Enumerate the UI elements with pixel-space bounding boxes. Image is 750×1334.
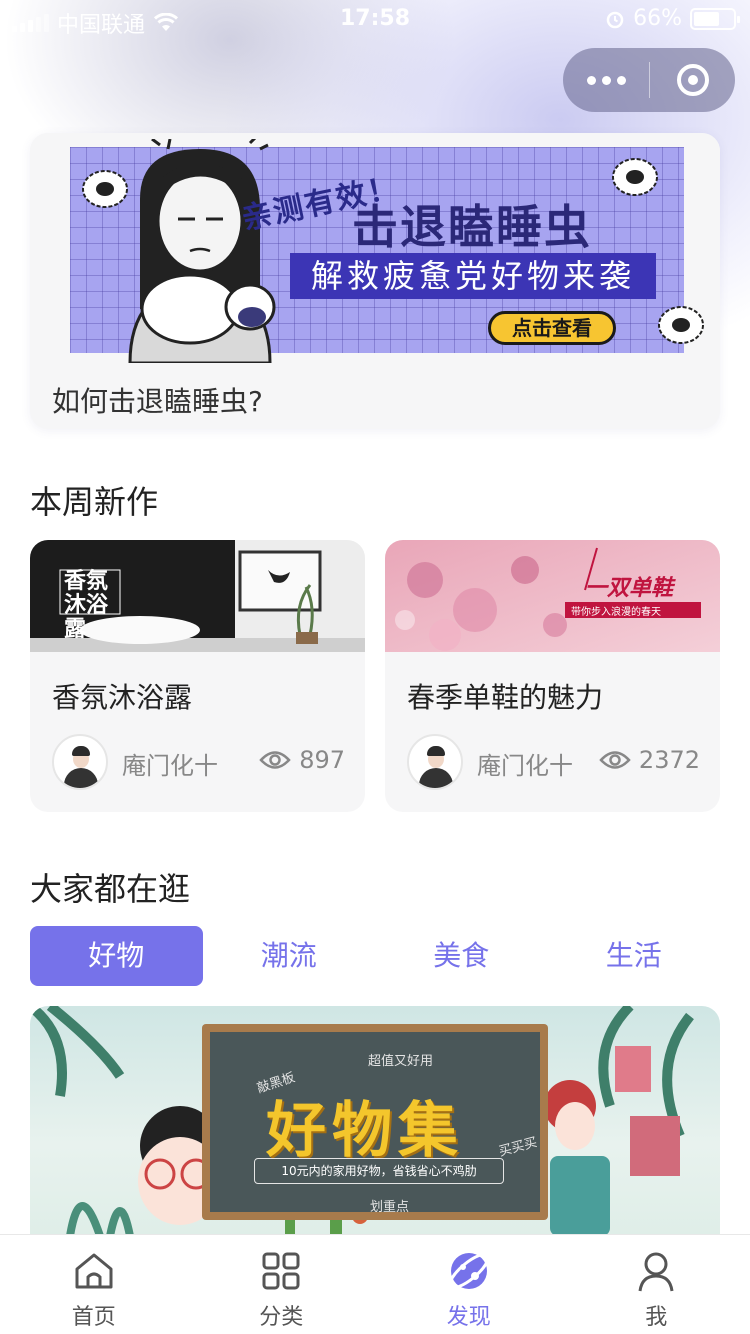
chalk-right-text: 买买买	[497, 1135, 539, 1160]
banner-subtitle: 解救疲惫党好物来袭	[290, 253, 656, 299]
tab-label: 首页	[71, 1305, 116, 1330]
article-card[interactable]: 一双单鞋 带你步入浪漫的春天 春季单鞋的魅力 庵门化十 2372	[385, 540, 720, 812]
sheep-icon	[82, 170, 128, 208]
more-dots-icon[interactable]	[563, 75, 649, 85]
thumbnail-text: 香氛沐浴露	[64, 569, 109, 642]
tab-home[interactable]: 首页	[0, 1235, 188, 1334]
chalk-bottom-text: 划重点	[370, 1200, 410, 1215]
user-icon	[638, 1252, 674, 1292]
article-thumbnail: 香氛沐浴露	[30, 540, 365, 652]
mini-program-capsule	[563, 48, 735, 112]
tab-label: 我	[645, 1305, 668, 1330]
section-title-browse: 大家都在逛	[30, 870, 191, 908]
chalk-top-text: 超值又好用	[368, 1054, 434, 1069]
featured-article-card[interactable]: 亲测有效！ 击退瞌睡虫 解救疲惫党好物来袭 点击查看 如何击退瞌睡虫?	[30, 133, 720, 429]
banner-headline: 好物集	[266, 1096, 464, 1166]
sleepy-girl-illustration	[128, 139, 276, 363]
goods-collection-banner[interactable]: 超值又好用 敲黑板 好物集 买买买 10元内的家用好物，省钱省心不鸡肋 划重点	[30, 1006, 720, 1236]
sheep-icon	[658, 306, 704, 344]
tab-me[interactable]: 我	[563, 1235, 750, 1334]
battery-percent: 66%	[633, 6, 682, 31]
banner-view-button[interactable]: 点击查看	[488, 311, 616, 345]
tab-life[interactable]: 生活	[548, 926, 721, 986]
tab-trend[interactable]: 潮流	[203, 926, 376, 986]
author-name: 庵门化十	[477, 752, 573, 780]
view-count: 897	[259, 746, 345, 774]
banner-description: 10元内的家用好物，省钱省心不鸡肋	[254, 1158, 504, 1184]
discover-icon	[448, 1252, 490, 1290]
article-thumbnail: 一双单鞋 带你步入浪漫的春天	[385, 540, 720, 652]
chalkboard: 超值又好用 敲黑板 好物集 买买买 10元内的家用好物，省钱省心不鸡肋 划重点	[202, 1024, 548, 1220]
featured-caption: 如何击退瞌睡虫?	[52, 385, 263, 418]
home-icon	[75, 1253, 113, 1289]
view-count: 2372	[599, 746, 700, 774]
sheep-icon	[612, 158, 658, 196]
banner-title: 击退瞌睡虫	[352, 200, 592, 254]
author-name: 庵门化十	[122, 752, 218, 780]
bottom-tab-bar: 首页 分类 发现 我	[0, 1234, 750, 1334]
view-count-value: 2372	[638, 746, 700, 774]
category-tabs: 好物 潮流 美食 生活	[30, 926, 720, 986]
article-card[interactable]: 香氛沐浴露 香氛沐浴露 庵门化十 897	[30, 540, 365, 812]
eye-icon	[259, 751, 291, 769]
tab-goods[interactable]: 好物	[30, 926, 203, 986]
section-title-new: 本周新作	[30, 483, 159, 521]
tab-food[interactable]: 美食	[375, 926, 548, 986]
tab-label: 分类	[259, 1305, 304, 1330]
eye-icon	[599, 751, 631, 769]
article-title: 春季单鞋的魅力	[407, 681, 604, 714]
avatar	[407, 734, 463, 790]
target-icon[interactable]	[650, 64, 735, 96]
tab-label: 发现	[446, 1305, 491, 1330]
featured-banner[interactable]: 亲测有效！ 击退瞌睡虫 解救疲惫党好物来袭 点击查看	[30, 133, 720, 363]
tab-discover[interactable]: 发现	[375, 1235, 563, 1334]
avatar	[52, 734, 108, 790]
article-title: 香氛沐浴露	[52, 681, 193, 714]
grid-icon	[262, 1252, 300, 1290]
alarm-icon	[606, 11, 624, 28]
view-count-value: 897	[299, 746, 345, 774]
status-bar: 中国联通 17:58 66%	[0, 0, 750, 40]
thumbnail-title: 一双单鞋	[585, 576, 674, 601]
battery-icon	[690, 7, 740, 30]
thumbnail-subtitle: 带你步入浪漫的春天	[571, 607, 661, 618]
tab-category[interactable]: 分类	[188, 1235, 376, 1334]
